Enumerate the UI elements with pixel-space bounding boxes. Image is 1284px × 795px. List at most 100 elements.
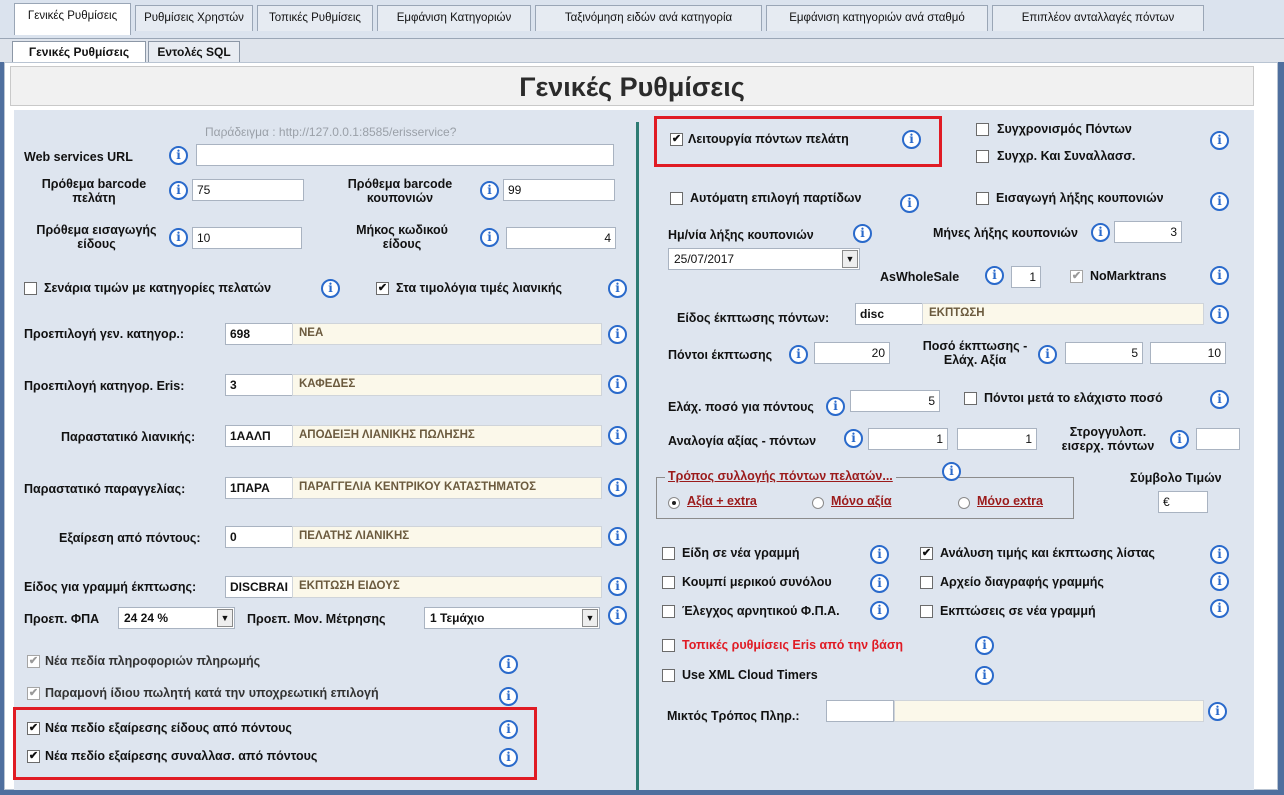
info-icon[interactable]: i: [975, 636, 994, 655]
item-exclusion-checkbox[interactable]: ✔: [27, 722, 40, 735]
unit-select[interactable]: 1 Τεμάχιο ▼: [424, 607, 600, 629]
line-delete-log-checkbox[interactable]: [920, 576, 933, 589]
info-icon[interactable]: i: [608, 325, 627, 344]
info-icon[interactable]: i: [1210, 390, 1229, 409]
info-icon[interactable]: i: [1210, 572, 1229, 591]
subtab-sql-commands[interactable]: Εντολές SQL: [148, 41, 240, 63]
radio-value-only-label[interactable]: Μόνο αξία: [831, 494, 892, 508]
retail-doc-code[interactable]: 1ΑΑΛΠ: [225, 425, 293, 447]
xml-cloud-timers-checkbox[interactable]: [662, 669, 675, 682]
info-icon[interactable]: i: [1170, 430, 1189, 449]
items-new-line-checkbox[interactable]: [662, 547, 675, 560]
vat-select[interactable]: 24 24 % ▼: [118, 607, 235, 629]
subtotal-button-checkbox[interactable]: [662, 576, 675, 589]
ws-url-input[interactable]: [196, 144, 614, 166]
barcode-coupon-input[interactable]: 99: [503, 179, 615, 201]
mixed-payment-code[interactable]: [826, 700, 894, 722]
info-icon[interactable]: i: [870, 574, 889, 593]
info-icon[interactable]: i: [1210, 131, 1229, 150]
local-settings-db-checkbox[interactable]: [662, 639, 675, 652]
info-icon[interactable]: i: [902, 130, 921, 149]
aswholesale-input[interactable]: 1: [1011, 266, 1041, 288]
chevron-down-icon[interactable]: ▼: [842, 250, 858, 268]
tab-user-settings[interactable]: Ρυθμίσεις Χρηστών: [135, 5, 253, 31]
info-icon[interactable]: i: [985, 266, 1004, 285]
info-icon[interactable]: i: [1038, 345, 1057, 364]
price-symbol-input[interactable]: €: [1158, 491, 1208, 513]
auto-batch-checkbox[interactable]: [670, 192, 683, 205]
info-icon[interactable]: i: [1091, 223, 1110, 242]
sync-transactions-checkbox[interactable]: [976, 150, 989, 163]
discounts-new-line-checkbox[interactable]: [920, 605, 933, 618]
tab-local-settings[interactable]: Τοπικές Ρυθμίσεις: [257, 5, 373, 31]
ratio-points-input[interactable]: 1: [957, 428, 1037, 450]
scenario-checkbox[interactable]: [24, 282, 37, 295]
info-icon[interactable]: i: [1210, 266, 1229, 285]
info-icon[interactable]: i: [789, 345, 808, 364]
same-seller-checkbox[interactable]: ✔: [27, 687, 40, 700]
tab-extra-point-exchanges[interactable]: Επιπλέον ανταλλαγές πόντων: [992, 5, 1204, 31]
min-amount-input[interactable]: 5: [850, 390, 940, 412]
points-exclusion-code[interactable]: 0: [225, 526, 293, 548]
info-icon[interactable]: i: [608, 527, 627, 546]
code-length-input[interactable]: 4: [506, 227, 616, 249]
subtab-general-settings[interactable]: Γενικές Ρυθμίσεις: [12, 41, 146, 63]
info-icon[interactable]: i: [480, 181, 499, 200]
info-icon[interactable]: i: [844, 429, 863, 448]
info-icon[interactable]: i: [608, 577, 627, 596]
info-icon[interactable]: i: [608, 478, 627, 497]
item-prefix-input[interactable]: 10: [192, 227, 302, 249]
nomarktrans-checkbox[interactable]: ✔: [1070, 270, 1083, 283]
info-icon[interactable]: i: [870, 545, 889, 564]
disc-points-input[interactable]: 20: [814, 342, 890, 364]
info-icon[interactable]: i: [1210, 545, 1229, 564]
info-icon[interactable]: i: [942, 462, 961, 481]
default-category-code[interactable]: 698: [225, 323, 293, 345]
sync-points-checkbox[interactable]: [976, 123, 989, 136]
coupon-expiry-import-checkbox[interactable]: [976, 192, 989, 205]
info-icon[interactable]: i: [480, 228, 499, 247]
info-icon[interactable]: i: [870, 601, 889, 620]
info-icon[interactable]: i: [499, 748, 518, 767]
retail-prices-checkbox[interactable]: ✔: [376, 282, 389, 295]
radio-extra-only[interactable]: [958, 497, 970, 509]
info-icon[interactable]: i: [900, 194, 919, 213]
eris-category-code[interactable]: 3: [225, 374, 293, 396]
info-icon[interactable]: i: [608, 279, 627, 298]
info-icon[interactable]: i: [1208, 702, 1227, 721]
chevron-down-icon[interactable]: ▼: [217, 609, 233, 627]
points-after-min-checkbox[interactable]: [964, 392, 977, 405]
info-icon[interactable]: i: [853, 224, 872, 243]
tab-categories-per-station[interactable]: Εμφάνιση κατηγοριών ανά σταθμό: [766, 5, 988, 31]
collection-method-title[interactable]: Τρόπος συλλογής πόντων πελατών...: [665, 469, 896, 483]
info-icon[interactable]: i: [608, 375, 627, 394]
payment-info-checkbox[interactable]: ✔: [27, 655, 40, 668]
info-icon[interactable]: i: [499, 720, 518, 739]
trans-exclusion-checkbox[interactable]: ✔: [27, 750, 40, 763]
tab-general-settings[interactable]: Γενικές Ρυθμίσεις: [14, 3, 131, 35]
disc-item-code[interactable]: disc: [855, 303, 923, 325]
ratio-value-input[interactable]: 1: [868, 428, 948, 450]
info-icon[interactable]: i: [499, 655, 518, 674]
order-doc-code[interactable]: 1ΠΑΡΑ: [225, 477, 293, 499]
coupon-expiry-date-picker[interactable]: 25/07/2017 ▼: [668, 248, 860, 270]
price-analysis-checkbox[interactable]: ✔: [920, 547, 933, 560]
round-input[interactable]: [1196, 428, 1240, 450]
info-icon[interactable]: i: [499, 687, 518, 706]
info-icon[interactable]: i: [169, 146, 188, 165]
radio-value-extra-label[interactable]: Αξία + extra: [687, 494, 757, 508]
info-icon[interactable]: i: [608, 426, 627, 445]
info-icon[interactable]: i: [169, 228, 188, 247]
disc-amount-input[interactable]: 5: [1065, 342, 1143, 364]
radio-value-only[interactable]: [812, 497, 824, 509]
radio-extra-only-label[interactable]: Μόνο extra: [977, 494, 1043, 508]
chevron-down-icon[interactable]: ▼: [582, 609, 598, 627]
min-value-input[interactable]: 10: [1150, 342, 1226, 364]
coupon-months-input[interactable]: 3: [1114, 221, 1182, 243]
tab-sort-items[interactable]: Ταξινόμηση ειδών ανά κατηγορία: [535, 5, 762, 31]
info-icon[interactable]: i: [1210, 305, 1229, 324]
discount-line-item-code[interactable]: DISCBRAI: [225, 576, 293, 598]
tab-show-categories[interactable]: Εμφάνιση Κατηγοριών: [377, 5, 531, 31]
barcode-customer-input[interactable]: 75: [192, 179, 304, 201]
points-function-checkbox[interactable]: ✔: [670, 133, 683, 146]
